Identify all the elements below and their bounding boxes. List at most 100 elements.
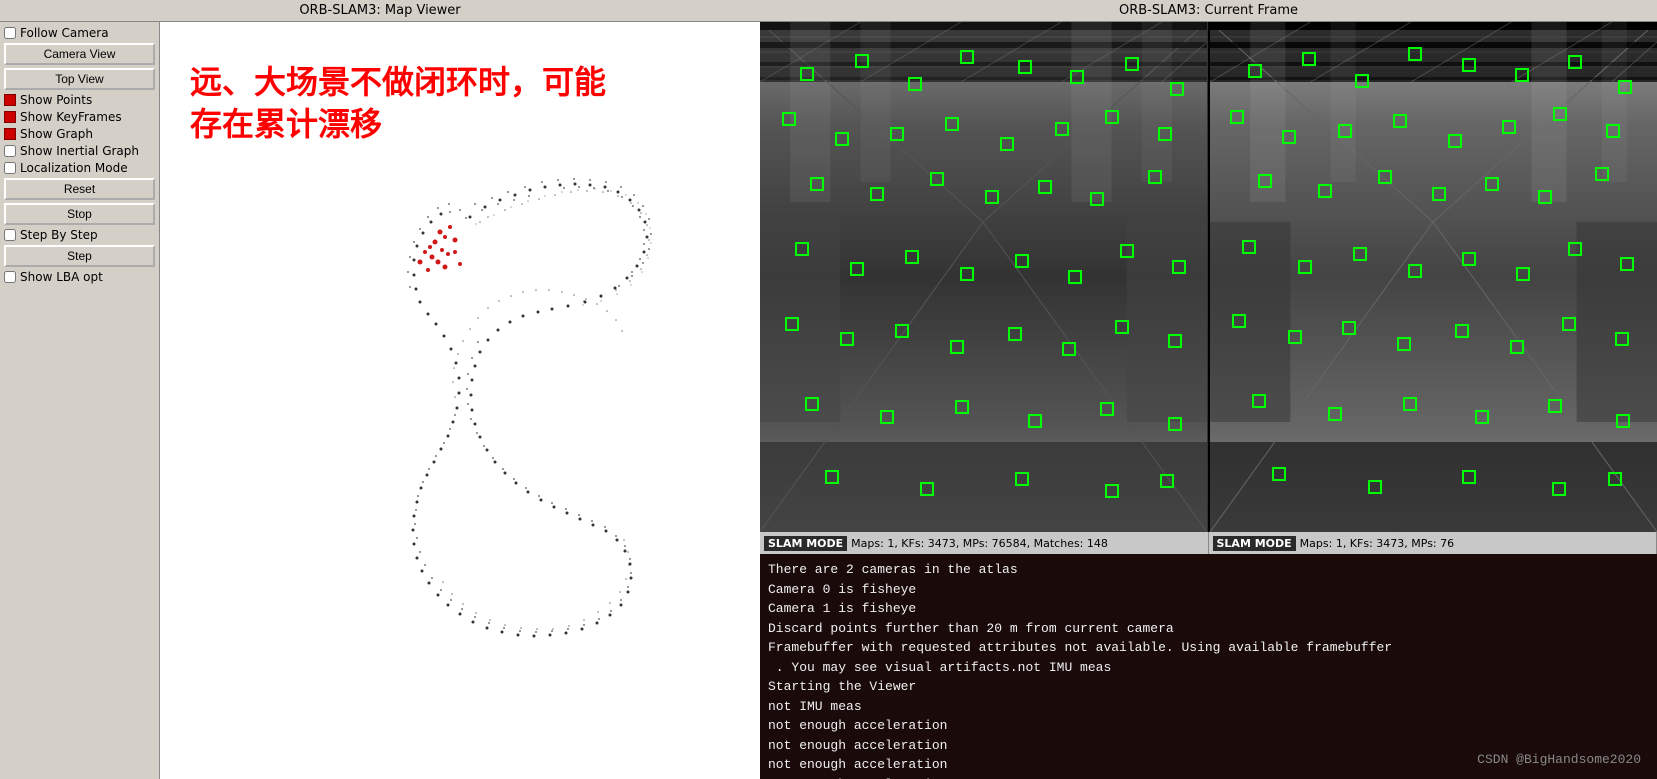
track-sq-10 — [835, 132, 849, 146]
map-viewer-title: ORB-SLAM3: Map Viewer — [0, 0, 760, 22]
track-sq-r23 — [1595, 167, 1609, 181]
follow-camera-row[interactable]: Follow Camera — [4, 26, 155, 40]
track-sq-r3 — [1355, 74, 1369, 88]
step-by-step-row[interactable]: Step By Step — [4, 228, 155, 242]
track-sq-32 — [785, 317, 799, 331]
track-sq-r12 — [1393, 114, 1407, 128]
track-sq-r10 — [1282, 130, 1296, 144]
console-line-12: not enough acceleration — [768, 775, 1649, 779]
track-sq-25 — [850, 262, 864, 276]
track-sq-7 — [1125, 57, 1139, 71]
track-sq-41 — [880, 410, 894, 424]
top-view-button[interactable]: Top View — [4, 68, 155, 90]
track-sq-r6 — [1515, 68, 1529, 82]
localization-mode-label: Localization Mode — [20, 161, 128, 175]
step-by-step-checkbox[interactable] — [4, 229, 16, 241]
reset-button[interactable]: Reset — [4, 178, 155, 200]
show-graph-checkbox-icon — [4, 128, 16, 140]
track-sq-r33 — [1288, 330, 1302, 344]
localization-mode-row[interactable]: Localization Mode — [4, 161, 155, 175]
track-sq-r15 — [1553, 107, 1567, 121]
track-sq-47 — [920, 482, 934, 496]
track-sq-r13 — [1448, 134, 1462, 148]
track-sq-r30 — [1568, 242, 1582, 256]
console-line-6: . You may see visual artifacts.not IMU m… — [768, 658, 1649, 678]
localization-mode-checkbox[interactable] — [4, 162, 16, 174]
track-sq-r36 — [1455, 324, 1469, 338]
follow-camera-checkbox[interactable] — [4, 27, 16, 39]
show-graph-label: Show Graph — [20, 127, 93, 141]
track-sq-r2 — [1302, 52, 1316, 66]
track-sq-29 — [1068, 270, 1082, 284]
track-sq-r49 — [1552, 482, 1566, 496]
step-button[interactable]: Step — [4, 245, 155, 267]
show-keyframes-label: Show KeyFrames — [20, 110, 122, 124]
track-sq-r17 — [1258, 174, 1272, 188]
track-sq-24 — [795, 242, 809, 256]
track-sq-28 — [1015, 254, 1029, 268]
show-keyframes-checkbox-icon — [4, 111, 16, 123]
track-sq-43 — [1028, 414, 1042, 428]
track-sq-r37 — [1510, 340, 1524, 354]
console-line-9: not enough acceleration — [768, 716, 1649, 736]
camera-view-left — [760, 22, 1208, 532]
camera-views-container — [760, 22, 1657, 532]
track-sq-46 — [825, 470, 839, 484]
track-sq-r48 — [1462, 470, 1476, 484]
track-sq-r31 — [1620, 257, 1634, 271]
track-sq-9 — [782, 112, 796, 126]
stop-button[interactable]: Stop — [4, 203, 155, 225]
track-sq-30 — [1120, 244, 1134, 258]
console-line-1: There are 2 cameras in the atlas — [768, 560, 1649, 580]
slam-badge-left: SLAM MODE — [764, 536, 847, 551]
track-sq-r41 — [1328, 407, 1342, 421]
track-sq-19 — [930, 172, 944, 186]
track-sq-r29 — [1516, 267, 1530, 281]
track-sq-r39 — [1615, 332, 1629, 346]
track-sq-r14 — [1502, 120, 1516, 134]
console-line-8: not IMU meas — [768, 697, 1649, 717]
show-keyframes-row[interactable]: Show KeyFrames — [4, 110, 155, 124]
track-sq-r35 — [1397, 337, 1411, 351]
console-line-5: Framebuffer with requested attributes no… — [768, 638, 1649, 658]
track-sq-17 — [810, 177, 824, 191]
track-sq-23 — [1148, 170, 1162, 184]
track-sq-4 — [960, 50, 974, 64]
track-sq-12 — [945, 117, 959, 131]
show-lba-checkbox[interactable] — [4, 271, 16, 283]
status-bar-row: SLAM MODE Maps: 1, KFs: 3473, MPs: 76584… — [760, 532, 1657, 554]
console-line-7: Starting the Viewer — [768, 677, 1649, 697]
track-sq-r20 — [1432, 187, 1446, 201]
console-area: There are 2 cameras in the atlas Camera … — [760, 554, 1657, 779]
track-sq-13 — [1000, 137, 1014, 151]
track-sq-r9 — [1230, 110, 1244, 124]
show-points-row[interactable]: Show Points — [4, 93, 155, 107]
track-sq-50 — [1160, 474, 1174, 488]
track-sq-r24 — [1242, 240, 1256, 254]
track-sq-44 — [1100, 402, 1114, 416]
track-sq-r43 — [1475, 410, 1489, 424]
camera-view-button[interactable]: Camera View — [4, 43, 155, 65]
show-inertial-row[interactable]: Show Inertial Graph — [4, 144, 155, 158]
track-sq-26 — [905, 250, 919, 264]
track-sq-r42 — [1403, 397, 1417, 411]
track-sq-11 — [890, 127, 904, 141]
track-sq-r32 — [1232, 314, 1246, 328]
show-inertial-checkbox[interactable] — [4, 145, 16, 157]
track-sq-r8 — [1618, 80, 1632, 94]
track-sq-r5 — [1462, 58, 1476, 72]
track-sq-14 — [1055, 122, 1069, 136]
slam-badge-right: SLAM MODE — [1213, 536, 1296, 551]
track-sq-r19 — [1378, 170, 1392, 184]
show-points-label: Show Points — [20, 93, 92, 107]
track-sq-18 — [870, 187, 884, 201]
track-sq-r44 — [1548, 399, 1562, 413]
track-sq-45 — [1168, 417, 1182, 431]
show-lba-row[interactable]: Show LBA opt — [4, 270, 155, 284]
track-sq-r16 — [1606, 124, 1620, 138]
track-sq-r22 — [1538, 190, 1552, 204]
show-lba-label: Show LBA opt — [20, 270, 103, 284]
track-sq-r11 — [1338, 124, 1352, 138]
show-graph-row[interactable]: Show Graph — [4, 127, 155, 141]
track-sq-3 — [908, 77, 922, 91]
